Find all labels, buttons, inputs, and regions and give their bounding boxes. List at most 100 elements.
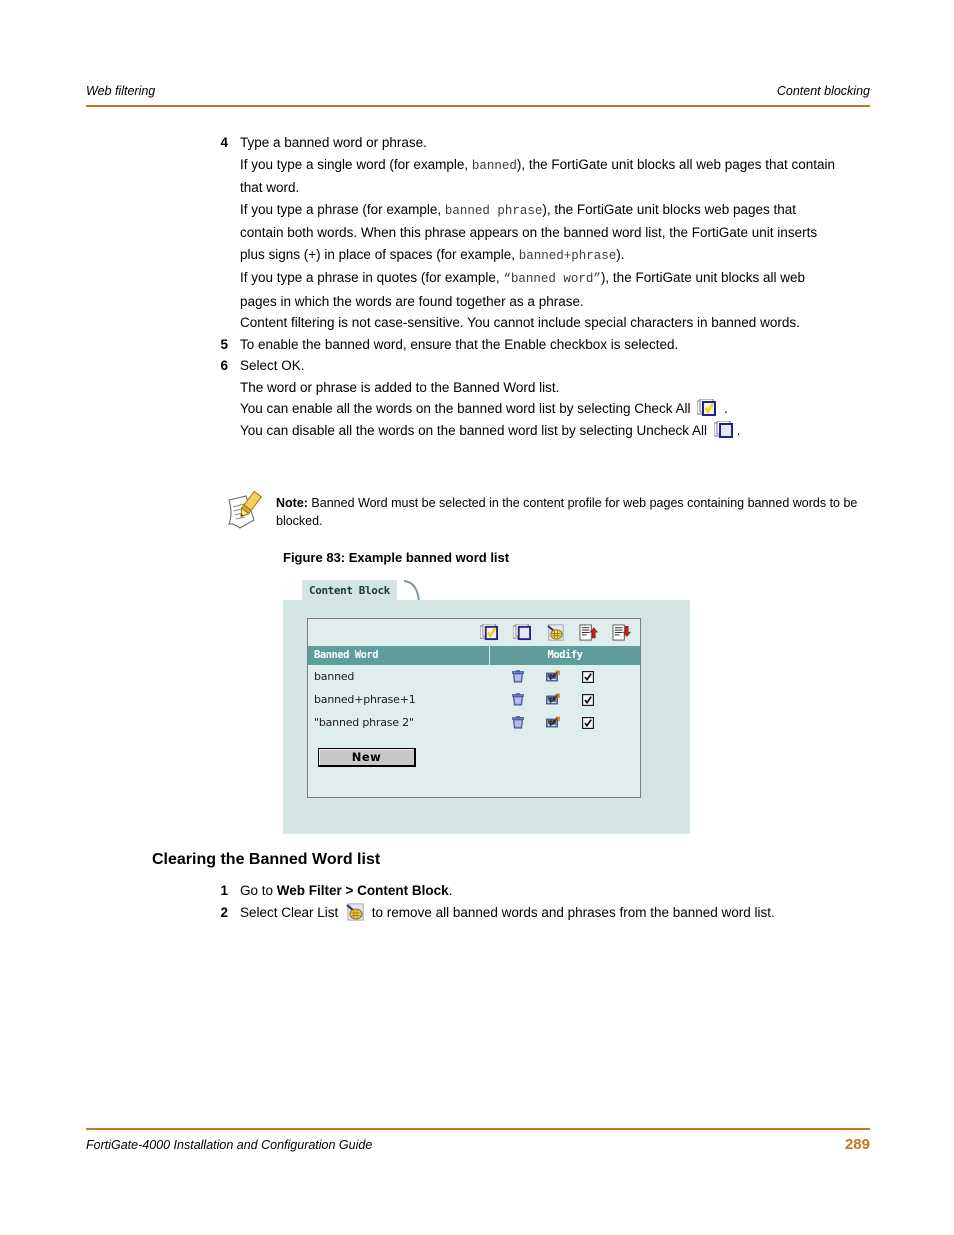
step-line: Content filtering is not case-sensitive.…	[240, 312, 840, 334]
clear-list-icon[interactable]	[345, 903, 365, 921]
step-line: Select Clear List to remove all banned w…	[240, 902, 840, 924]
step-item: 4 Type a banned word or phrase. If you typ…	[86, 132, 876, 334]
step-line: To enable the banned word, ensure that t…	[240, 334, 840, 356]
edit-icon[interactable]	[546, 693, 560, 706]
column-header-banned-word: Banned Word	[308, 646, 490, 665]
delete-icon[interactable]	[512, 692, 524, 706]
text-run: .	[720, 401, 728, 416]
text-run: to remove all banned words and phrases f…	[368, 904, 775, 920]
footer-guide-title: FortiGate-4000 Installation and Configur…	[86, 1138, 373, 1152]
figure-tabstrip: Content Block	[283, 578, 690, 602]
figure-content-block-screenshot: Content Block Banned Word Modify banned b…	[283, 578, 690, 834]
row-actions	[490, 715, 640, 729]
step-number: 2	[220, 904, 228, 920]
footer-rule	[86, 1128, 870, 1130]
step-line: Type a banned word or phrase.	[240, 132, 840, 154]
text-run: Select Clear List	[240, 904, 343, 920]
table-row: "banned phrase 2"	[308, 711, 640, 734]
banned-word-cell: "banned phrase 2"	[314, 716, 414, 729]
row-actions	[490, 692, 640, 706]
tab-curve-decoration	[403, 580, 425, 602]
step-line: Select OK.	[240, 355, 840, 377]
text-run: Content filtering is not case-sensitive.…	[240, 315, 800, 330]
table-row: banned	[308, 665, 640, 688]
text-run: The word or phrase is added to the Banne…	[240, 379, 560, 395]
enable-checkbox[interactable]	[581, 693, 595, 706]
step-item: 1 Go to Web Filter > Content Block.	[86, 880, 876, 902]
upload-list-icon[interactable]	[579, 624, 599, 641]
table-header-row: Banned Word Modify	[308, 646, 640, 665]
row-actions	[490, 669, 640, 683]
step-body: To enable the banned word, ensure that t…	[240, 334, 840, 356]
code-literal: “banned word”	[503, 272, 601, 286]
running-head-left: Web filtering	[86, 84, 156, 98]
step-number: 4	[220, 135, 228, 150]
code-literal: banned	[471, 158, 517, 173]
delete-icon[interactable]	[512, 715, 524, 729]
edit-icon[interactable]	[546, 670, 560, 683]
step-body: Type a banned word or phrase. If you type…	[240, 132, 840, 334]
table-body: banned banned+phrase+1 "banned phrase 2"	[308, 665, 640, 734]
check-all-icon[interactable]	[696, 398, 717, 417]
delete-icon[interactable]	[512, 669, 524, 683]
note-pencil-icon	[224, 490, 264, 532]
section-steps: 1 Go to Web Filter > Content Block. 2 Selec…	[86, 880, 876, 923]
figure-panel: Banned Word Modify banned banned+phrase+1…	[283, 600, 690, 834]
step-item: 2 Select Clear List to remove all banned …	[86, 902, 876, 924]
banned-word-list-box: Banned Word Modify banned banned+phrase+1…	[307, 618, 641, 798]
column-header-modify: Modify	[547, 649, 583, 661]
step-line: If you type a phrase (for example, banne…	[240, 199, 840, 268]
step-line: If you type a single word (for example, …	[240, 154, 840, 199]
step-item: 6 Select OK. The word or phrase is added t…	[86, 355, 876, 441]
figure-caption: Figure 83: Example banned word list	[283, 550, 510, 565]
code-literal: banned phrase	[444, 203, 543, 218]
note-block: Note: Banned Word must be selected in th…	[224, 490, 874, 532]
list-toolbar	[308, 619, 640, 646]
check-all-icon[interactable]	[479, 623, 499, 641]
step-line: If you type a phrase in quotes (for exam…	[240, 267, 840, 312]
clear-list-icon[interactable]	[546, 624, 565, 641]
uncheck-all-icon[interactable]	[512, 623, 532, 641]
running-head-right: Content blocking	[776, 84, 870, 98]
step-body: Select OK. The word or phrase is added to…	[240, 355, 840, 441]
note-body: Banned Word must be selected in the cont…	[276, 496, 858, 528]
text-run: Select OK.	[240, 358, 305, 373]
page-footer: FortiGate-4000 Installation and Configur…	[86, 1136, 870, 1153]
text-run: .	[448, 883, 453, 898]
edit-icon[interactable]	[546, 716, 560, 729]
uncheck-all-icon[interactable]	[713, 420, 734, 439]
text-run: If you type a single word (for example,	[240, 156, 472, 172]
emphasis-text: Web Filter > Content Block	[276, 883, 449, 898]
new-button[interactable]: New	[318, 748, 416, 767]
step-item: 5 To enable the banned word, ensure that …	[86, 334, 876, 356]
step-number: 1	[220, 883, 228, 898]
document-page: Web filtering Content blocking 4 Type a b…	[0, 0, 954, 1235]
text-run: If you type a phrase in quotes (for exam…	[240, 270, 504, 285]
step-line: You can enable all the words on the bann…	[240, 398, 840, 420]
note-label: Note:	[276, 496, 308, 510]
text-run: If you type a phrase (for example,	[240, 201, 445, 217]
tab-content-block[interactable]: Content Block	[302, 580, 397, 602]
step-line: Go to Web Filter > Content Block.	[240, 880, 840, 902]
text-run: ).	[616, 246, 625, 262]
text-run: You can disable all the words on the ban…	[240, 422, 711, 438]
step-body: Go to Web Filter > Content Block.	[240, 880, 840, 902]
text-run: You can enable all the words on the bann…	[240, 401, 695, 416]
text-run: .	[736, 422, 741, 438]
step-body: Select Clear List to remove all banned w…	[240, 902, 840, 924]
banned-word-cell: banned	[314, 670, 355, 683]
download-list-icon[interactable]	[612, 624, 632, 641]
text-run: To enable the banned word, ensure that t…	[240, 336, 679, 352]
enable-checkbox[interactable]	[581, 716, 595, 729]
table-row: banned+phrase+1	[308, 688, 640, 711]
step-number: 5	[220, 336, 228, 352]
text-run: Go to	[240, 883, 277, 898]
step-line: You can disable all the words on the ban…	[240, 420, 840, 442]
banned-word-cell: banned+phrase+1	[314, 693, 416, 706]
note-text: Note: Banned Word must be selected in th…	[276, 490, 874, 530]
text-run: Type a banned word or phrase.	[240, 135, 427, 150]
section-heading: Clearing the Banned Word list	[152, 851, 381, 868]
page-number: 289	[844, 1136, 870, 1153]
step-number: 6	[220, 358, 228, 373]
enable-checkbox[interactable]	[581, 670, 595, 683]
